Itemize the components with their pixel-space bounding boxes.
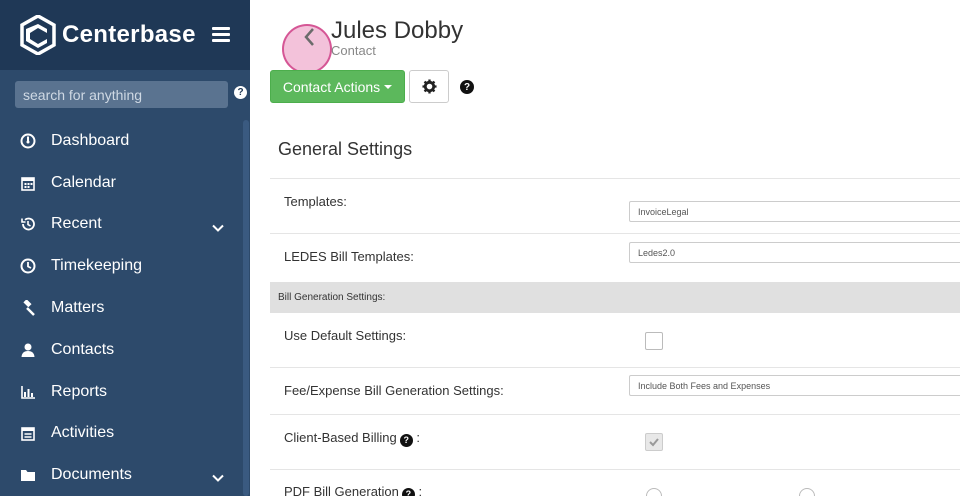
- pdf-label-row: PDF Bill Generation? :: [284, 484, 422, 496]
- ledes-value: Ledes2.0: [638, 247, 676, 258]
- sidebar-item-label: Contacts: [51, 340, 115, 358]
- sidebar-item-matters[interactable]: Matters: [0, 287, 250, 329]
- divider: [270, 233, 960, 234]
- sidebar-item-calendar[interactable]: Calendar: [0, 162, 250, 204]
- divider: [270, 178, 960, 179]
- divider: [270, 367, 960, 368]
- sidebar-item-label: Dashboard: [51, 131, 130, 149]
- templates-select[interactable]: InvoiceLegal: [629, 201, 960, 222]
- gavel-icon: [20, 300, 36, 316]
- chevron-left-icon: [304, 28, 314, 46]
- caret-down-icon: [384, 84, 393, 89]
- folder-icon: [20, 467, 36, 483]
- search-help-icon[interactable]: ?: [234, 86, 247, 99]
- fee-expense-select[interactable]: Include Both Fees and Expenses: [629, 375, 960, 396]
- pdf-label: PDF Bill Generation: [284, 484, 399, 496]
- pdf-suffix: :: [418, 484, 423, 496]
- sidebar-item-label: Calendar: [51, 173, 116, 191]
- sidebar-item-recent[interactable]: Recent: [0, 204, 250, 246]
- templates-label: Templates:: [284, 194, 347, 209]
- client-billing-suffix: :: [416, 430, 420, 445]
- contact-actions-button[interactable]: Contact Actions: [270, 70, 405, 103]
- sidebar-item-label: Documents: [51, 466, 132, 484]
- ledes-label: LEDES Bill Templates:: [284, 249, 414, 264]
- help-icon[interactable]: ?: [460, 80, 474, 94]
- sidebar-item-label: Activities: [51, 424, 115, 442]
- check-icon: [649, 438, 659, 447]
- sidebar-item-documents[interactable]: Documents: [0, 454, 250, 496]
- use-default-label: Use Default Settings:: [284, 328, 407, 343]
- fee-expense-value: Include Both Fees and Expenses: [638, 380, 771, 391]
- sidebar-item-label: Recent: [51, 215, 102, 233]
- sidebar: Centerbase Dashboard Calendar Recent: [0, 0, 250, 496]
- sidebar-item-activities[interactable]: Activities: [0, 413, 250, 455]
- gear-icon: [421, 79, 437, 94]
- brand-header: Centerbase: [0, 0, 250, 70]
- client-billing-label: Client-Based Billing: [284, 430, 397, 445]
- fee-expense-label: Fee/Expense Bill Generation Settings:: [284, 383, 504, 398]
- templates-value: InvoiceLegal: [638, 206, 689, 217]
- brand-name: Centerbase: [62, 21, 196, 48]
- help-icon[interactable]: ?: [399, 433, 413, 447]
- section-title: General Settings: [278, 139, 413, 159]
- contact-actions-label: Contact Actions: [282, 78, 381, 95]
- centerbase-logo-icon[interactable]: [20, 15, 56, 55]
- bar-chart-icon: [20, 384, 36, 400]
- sidebar-scrollbar[interactable]: [243, 120, 249, 496]
- calendar-list-icon: [20, 425, 36, 442]
- hamburger-menu-icon[interactable]: [212, 27, 230, 42]
- divider: [270, 414, 960, 415]
- sidebar-item-dashboard[interactable]: Dashboard: [0, 120, 250, 162]
- sidebar-nav: Dashboard Calendar Recent Timekeeping Ma…: [0, 120, 250, 496]
- client-billing-checkbox[interactable]: [645, 433, 663, 451]
- use-default-checkbox[interactable]: [645, 332, 663, 350]
- chevron-down-icon[interactable]: [212, 219, 224, 237]
- search-input[interactable]: [15, 81, 228, 108]
- sidebar-item-label: Reports: [51, 382, 108, 400]
- sidebar-item-timekeeping[interactable]: Timekeeping: [0, 245, 250, 287]
- client-billing-label-row: Client-Based Billing? :: [284, 430, 420, 447]
- history-icon: [20, 216, 36, 232]
- dashboard-icon: [20, 133, 36, 149]
- calendar-icon: [20, 175, 36, 191]
- sidebar-item-label: Matters: [51, 299, 105, 317]
- clock-icon: [20, 258, 36, 274]
- sidebar-item-contacts[interactable]: Contacts: [0, 329, 250, 371]
- contact-icon: [20, 342, 36, 358]
- page-title: Jules Dobby: [331, 17, 464, 44]
- chevron-down-icon[interactable]: [212, 469, 224, 487]
- settings-button[interactable]: [409, 70, 449, 103]
- sidebar-item-reports[interactable]: Reports: [0, 371, 250, 413]
- search-row: [0, 70, 250, 120]
- ledes-select[interactable]: Ledes2.0: [629, 242, 960, 263]
- help-icon[interactable]: ?: [401, 487, 415, 496]
- band-label: Bill Generation Settings:: [278, 292, 386, 303]
- divider: [270, 469, 960, 470]
- page-subtitle: Contact: [331, 43, 376, 58]
- sidebar-item-label: Timekeeping: [51, 257, 143, 275]
